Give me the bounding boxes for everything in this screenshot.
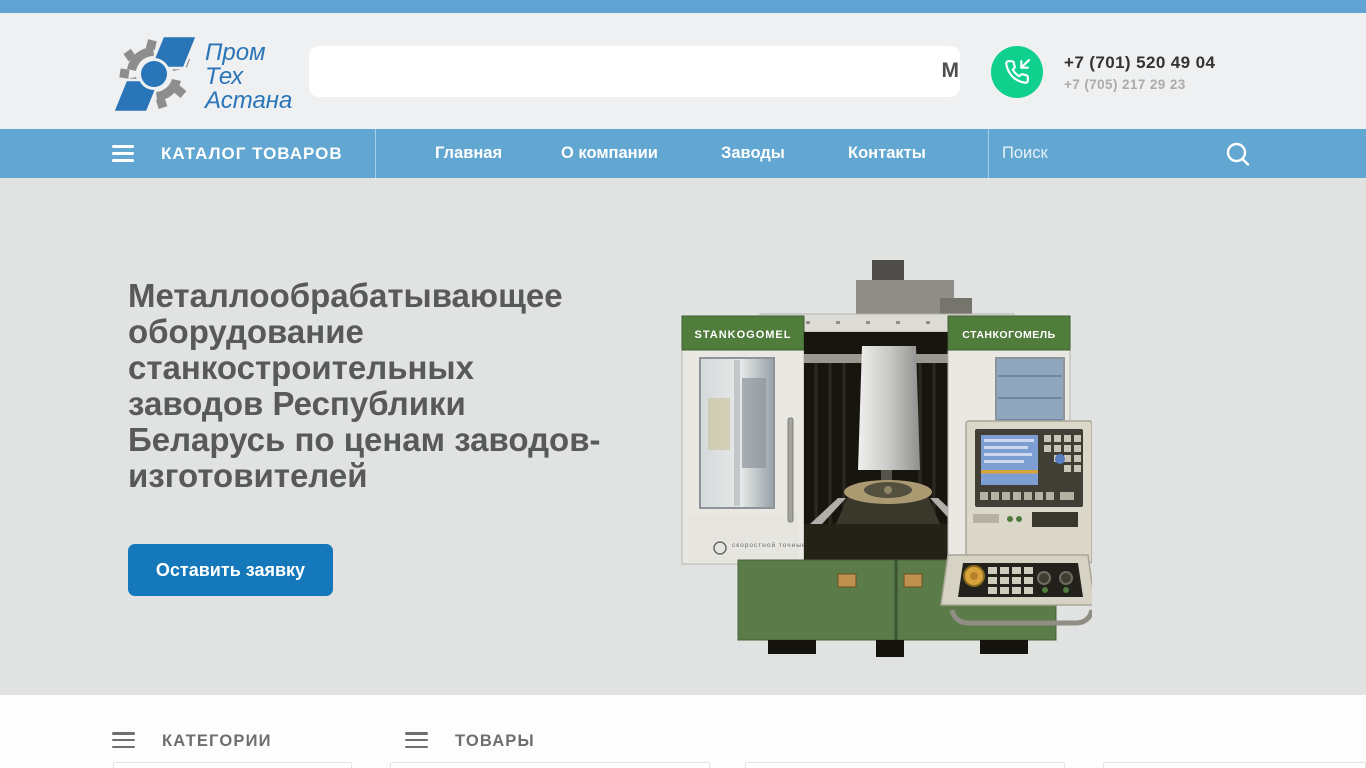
search-icon[interactable] — [1224, 140, 1252, 168]
nav-search-input[interactable] — [1002, 129, 1192, 178]
nav-item-factories[interactable]: Заводы — [721, 129, 785, 178]
catalog-menu-icon[interactable] — [112, 145, 134, 162]
nav-item-home[interactable]: Главная — [435, 129, 502, 178]
nav-item-contacts[interactable]: Контакты — [848, 129, 926, 178]
hero-section: Металлообрабатывающее оборудование станк… — [0, 178, 1366, 695]
products-title: ТОВАРЫ — [455, 732, 535, 750]
catalog-button[interactable]: КАТАЛОГ ТОВАРОВ — [161, 129, 343, 178]
phone-primary[interactable]: +7 (701) 520 49 04 — [1064, 53, 1215, 73]
logo-line-3: Астана — [205, 87, 293, 114]
header-search-input[interactable] — [323, 46, 923, 97]
phone-secondary[interactable]: +7 (705) 217 29 23 — [1064, 77, 1215, 92]
nav-divider — [988, 129, 989, 178]
category-card[interactable] — [113, 762, 352, 768]
product-card[interactable] — [390, 762, 710, 768]
product-card[interactable] — [1103, 762, 1366, 768]
products-list-icon — [405, 732, 428, 748]
gear-logo-icon — [113, 35, 197, 113]
logo-text: Пром Тех Астана — [205, 41, 292, 113]
top-accent-bar — [0, 0, 1366, 13]
machine-banner-right: СТАНКОГОМЕЛЬ — [962, 329, 1055, 341]
header: Пром Тех Астана М +7 (701) 520 49 04 +7 … — [0, 13, 1366, 129]
categories-list-icon — [112, 732, 135, 748]
callback-button[interactable] — [991, 46, 1043, 98]
hero-heading: Металлообрабатывающее оборудование станк… — [128, 277, 601, 494]
product-card[interactable] — [745, 762, 1065, 768]
logo-line-1: Пром — [205, 39, 266, 66]
search-overflow-text: М — [941, 59, 960, 82]
page: Пром Тех Астана М +7 (701) 520 49 04 +7 … — [0, 0, 1366, 768]
nav-divider — [375, 129, 376, 178]
header-search-box: М — [309, 46, 960, 97]
categories-title: КАТЕГОРИИ — [162, 732, 272, 750]
phone-numbers: +7 (701) 520 49 04 +7 (705) 217 29 23 — [1064, 53, 1215, 92]
catalog-section: КАТЕГОРИИ ТОВАРЫ — [0, 695, 1366, 768]
incoming-call-icon — [1005, 59, 1030, 84]
logo-line-2: Тех — [205, 63, 244, 90]
cnc-machine-image: STANKOGOMEL скоростной точные СТАНКОГОМЕ… — [681, 260, 1092, 657]
machine-door-text: скоростной точные — [732, 541, 807, 549]
request-button[interactable]: Оставить заявку — [128, 544, 333, 596]
machine-banner-left: STANKOGOMEL — [695, 329, 792, 341]
main-nav: КАТАЛОГ ТОВАРОВ Главная О компании Завод… — [0, 129, 1366, 178]
nav-item-about[interactable]: О компании — [561, 129, 658, 178]
